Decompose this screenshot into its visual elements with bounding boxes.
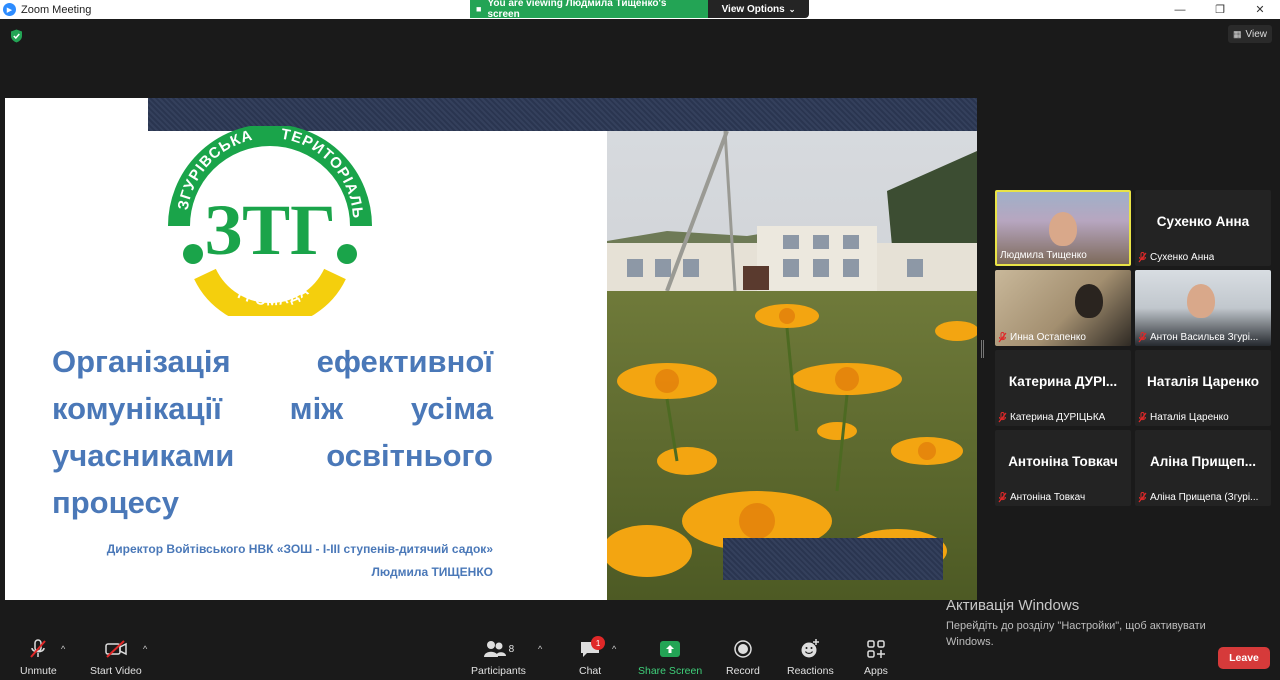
participant-name: Антоніна Товкач <box>1008 454 1118 469</box>
participant-label: Антон Васильєв Згурі... <box>1138 330 1258 344</box>
chat-button[interactable]: 1 Chat <box>579 636 606 677</box>
participant-name: Катерина ДУРІ... <box>1008 374 1118 389</box>
participant-label-text: Сухенко Анна <box>1150 251 1215 263</box>
participant-label: Аліна Прищепа (Згурі... <box>1138 490 1258 504</box>
grid-icon: ▦ <box>1232 28 1242 39</box>
maximize-button[interactable]: ❐ <box>1200 0 1240 19</box>
participant-label: Наталія Царенко <box>1138 410 1229 424</box>
view-button[interactable]: ▦ View <box>1228 25 1272 43</box>
smiley-plus-icon <box>801 639 820 658</box>
participant-label-text: Людмила Тищенко <box>1000 249 1087 261</box>
camera-icon: ■ <box>476 4 482 14</box>
participants-options-caret[interactable]: ^ <box>538 644 542 654</box>
participants-button[interactable]: 8 Participants <box>471 638 526 677</box>
view-options-label: View Options <box>721 3 785 15</box>
participant-label: Сухенко Анна <box>1138 250 1214 264</box>
participant-silhouette <box>1049 212 1077 246</box>
viewing-status-text: You are viewing Людмила Тищенко's screen <box>487 0 667 20</box>
share-banner: ■ You are viewing Людмила Тищенко's scre… <box>470 0 809 20</box>
video-options-caret[interactable]: ^ <box>143 644 147 654</box>
participant-tile[interactable]: Антоніна Товкач Антоніна Товкач <box>995 430 1131 506</box>
start-video-button[interactable]: Start Video <box>90 638 142 677</box>
window-title: Zoom Meeting <box>21 3 92 16</box>
apps-button[interactable]: Apps <box>864 638 888 677</box>
chevron-down-icon: ⌄ <box>788 4 796 14</box>
microphone-muted-icon <box>30 639 47 658</box>
participant-label-text: Наталія Царенко <box>1150 411 1229 423</box>
participant-silhouette <box>1075 284 1103 318</box>
participant-label-text: Инна Остапенко <box>1010 331 1086 343</box>
photo-overlay-band <box>723 538 943 580</box>
shield-icon[interactable] <box>10 29 23 43</box>
microphone-muted-icon <box>998 331 1007 342</box>
participant-label-text: Антоніна Товкач <box>1010 491 1086 503</box>
participants-count: 8 <box>508 643 515 655</box>
view-label: View <box>1245 28 1268 40</box>
participant-tile[interactable]: Сухенко Анна Сухенко Анна <box>1135 190 1271 266</box>
video-off-icon <box>105 640 127 658</box>
start-video-label: Start Video <box>90 665 142 677</box>
share-screen-icon <box>660 641 681 657</box>
microphone-muted-icon <box>998 411 1007 422</box>
participant-tile[interactable]: Аліна Прищеп... Аліна Прищепа (Згурі... <box>1135 430 1271 506</box>
chat-options-caret[interactable]: ^ <box>612 644 616 654</box>
participant-name: Аліна Прищеп... <box>1149 454 1257 469</box>
record-button[interactable]: Record <box>726 638 760 677</box>
record-icon <box>734 640 752 658</box>
participants-icon <box>483 641 506 657</box>
participant-label: Людмила Тищенко <box>1000 248 1087 262</box>
microphone-muted-icon <box>1138 411 1147 422</box>
participant-silhouette <box>1187 284 1215 318</box>
microphone-muted-icon <box>1138 491 1147 502</box>
chat-unread-badge: 1 <box>591 636 606 650</box>
participant-name: Сухенко Анна <box>1156 214 1250 229</box>
record-label: Record <box>726 665 760 677</box>
unmute-button[interactable]: Unmute <box>20 638 57 677</box>
participant-label: Инна Остапенко <box>998 330 1086 344</box>
viewing-status: ■ You are viewing Людмила Тищенко's scre… <box>470 0 708 20</box>
zoom-logo-icon: ▶ <box>3 3 16 16</box>
participant-label-text: Антон Васильєв Згурі... <box>1150 331 1259 343</box>
participant-label: Катерина ДУРІЦЬКА <box>998 410 1105 424</box>
audio-options-caret[interactable]: ^ <box>61 644 65 654</box>
microphone-muted-icon <box>1138 331 1147 342</box>
panel-splitter-handle[interactable] <box>981 340 984 358</box>
view-options-button[interactable]: View Options ⌄ <box>708 0 809 18</box>
minimize-button[interactable]: — <box>1160 0 1200 19</box>
share-screen-label: Share Screen <box>638 665 703 677</box>
participant-tile[interactable]: Антон Васильєв Згурі... <box>1135 270 1271 346</box>
shared-screen: ЗГУРІВСЬКА ТЕРИТОРІАЛЬНА ГРОМАДА ЗТГ Орг… <box>5 98 977 600</box>
participant-tile[interactable]: Наталія Царенко Наталія Царенко <box>1135 350 1271 426</box>
slide-subtitle-name: Людмила ТИЩЕНКО <box>371 565 493 579</box>
leave-label: Leave <box>1229 652 1259 664</box>
school-flowers-photo <box>607 131 977 600</box>
microphone-muted-icon <box>1138 251 1147 262</box>
participant-label-text: Катерина ДУРІЦЬКА <box>1010 411 1106 423</box>
share-screen-button[interactable]: Share Screen <box>638 638 702 677</box>
leave-button[interactable]: Leave <box>1218 647 1270 669</box>
meeting-toolbar: Unmute ^ Start Video ^ 8 Participants ^ … <box>0 630 1280 680</box>
participant-tile[interactable]: Людмила Тищенко <box>995 190 1131 266</box>
chat-label: Chat <box>579 665 602 677</box>
slide-title: Організація ефективної комунікації між у… <box>52 344 493 520</box>
participant-tile[interactable]: Инна Остапенко <box>995 270 1131 346</box>
logo-monogram: ЗТГ <box>204 190 336 270</box>
reactions-button[interactable]: Reactions <box>787 638 834 677</box>
window-controls: — ❐ ✕ <box>1160 0 1280 19</box>
slide-subtitle-position: Директор Войтівського НВК «ЗОШ - І-ІІІ с… <box>106 542 493 556</box>
participant-label: Антоніна Товкач <box>998 490 1085 504</box>
apps-label: Apps <box>864 665 888 677</box>
participants-label: Participants <box>471 665 526 677</box>
community-logo: ЗГУРІВСЬКА ТЕРИТОРІАЛЬНА ГРОМАДА ЗТГ <box>165 126 372 316</box>
close-button[interactable]: ✕ <box>1240 0 1280 19</box>
microphone-muted-icon <box>998 491 1007 502</box>
apps-icon <box>867 640 885 658</box>
participant-label-text: Аліна Прищепа (Згурі... <box>1150 491 1259 503</box>
unmute-label: Unmute <box>20 665 57 677</box>
reactions-label: Reactions <box>787 665 834 677</box>
participant-name: Наталія Царенко <box>1147 374 1259 389</box>
participant-tile[interactable]: Катерина ДУРІ... Катерина ДУРІЦЬКА <box>995 350 1131 426</box>
activation-title: Активація Windows <box>946 597 1080 614</box>
